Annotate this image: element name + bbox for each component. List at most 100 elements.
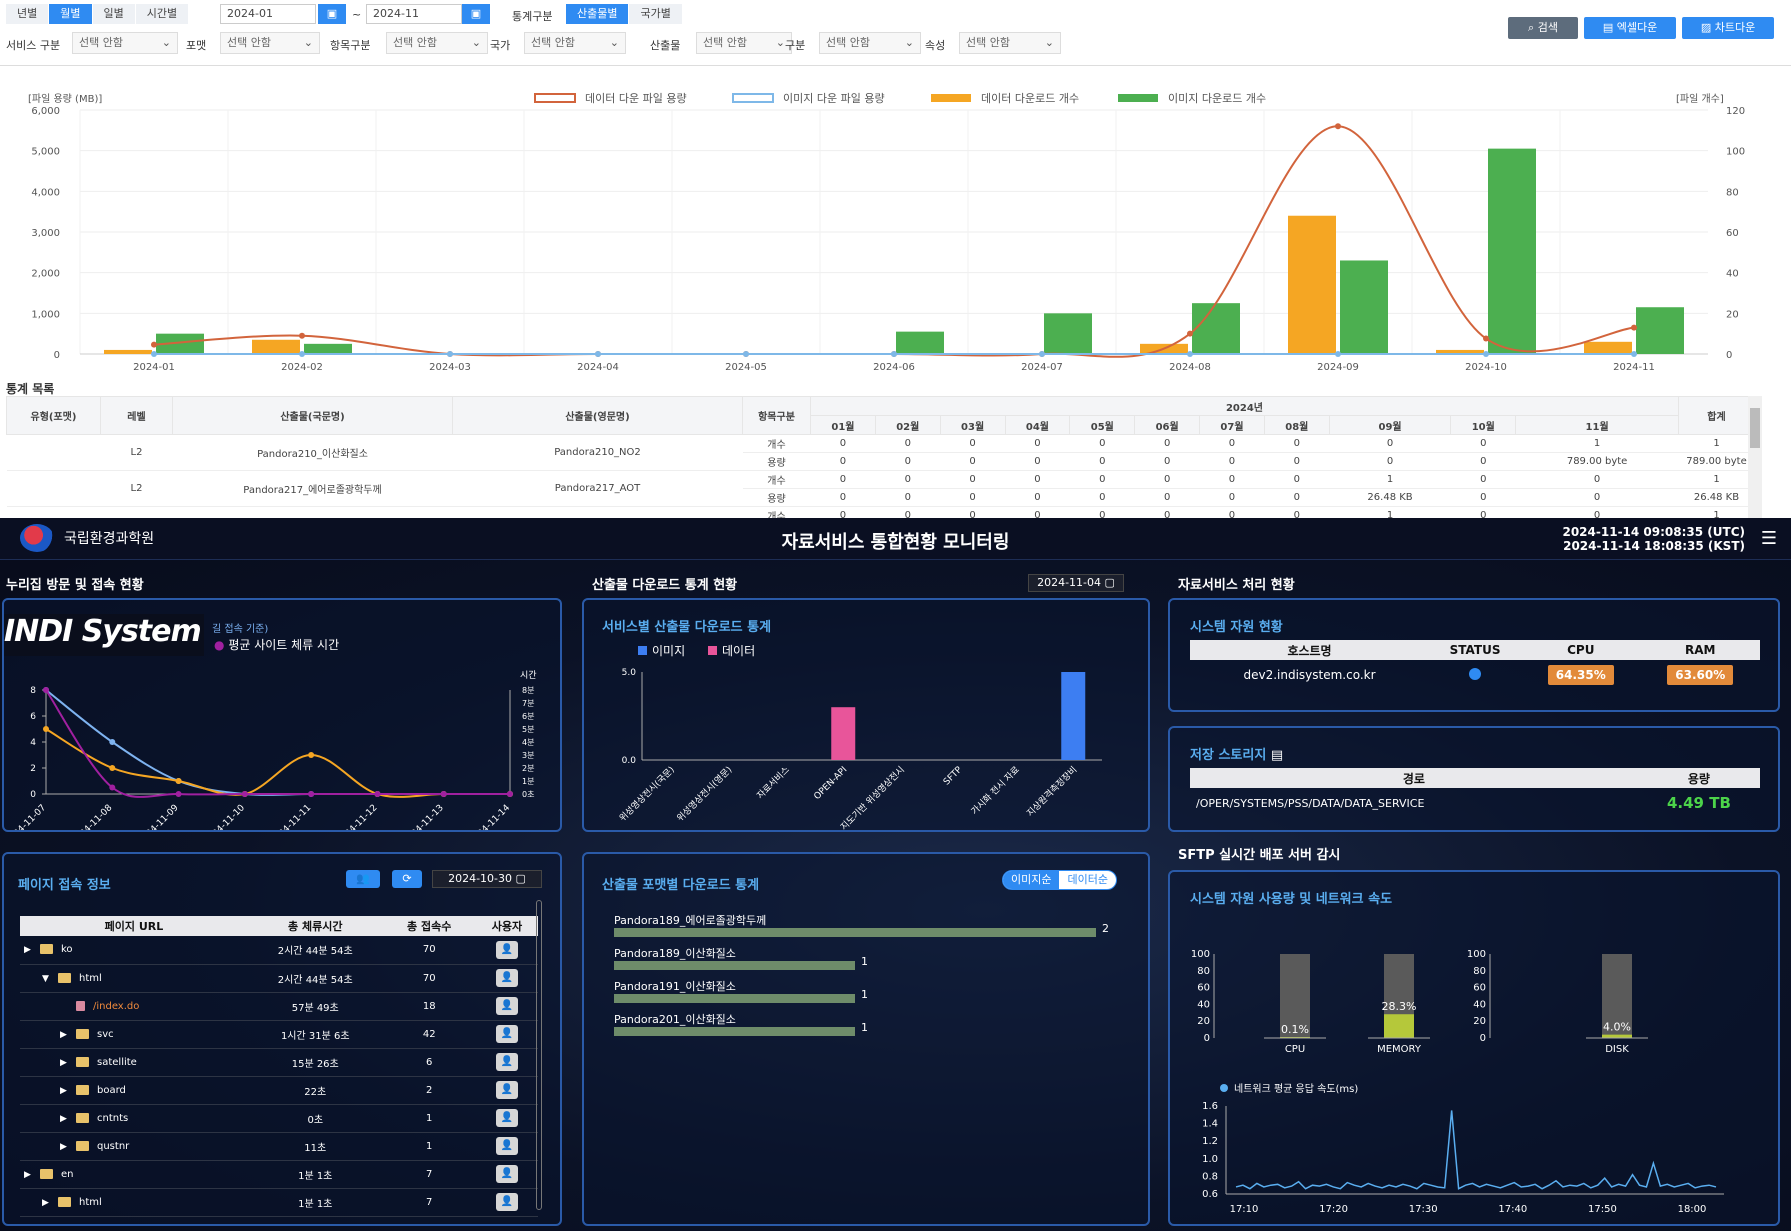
filter-select-0[interactable]: 선택 안함 ⌄ — [72, 32, 178, 54]
sort-data-option[interactable]: 데이터순 — [1059, 871, 1115, 889]
users-icon[interactable]: 👥 — [346, 870, 380, 888]
user-icon[interactable]: 👤 — [495, 997, 518, 1015]
table-row[interactable]: ▶ board 22초 2 👤 — [20, 1076, 538, 1105]
visit-series-point — [175, 791, 182, 797]
cell-value: 0 — [1005, 434, 1070, 453]
table-row[interactable]: ▶ satellite 15분 26초 6 👤 — [20, 1048, 538, 1077]
expand-icon[interactable]: ▶ — [60, 1058, 72, 1068]
page-user: 👤 — [475, 1188, 538, 1217]
month-header: 10월 — [1450, 415, 1517, 435]
calendar-icon[interactable]: ▣ — [462, 4, 490, 24]
x-tick: 자료서비스 — [755, 764, 792, 801]
stat-tab-0[interactable]: 산출물별 — [566, 4, 630, 24]
table-row[interactable]: ▶ en 1분 1초 7 👤 — [20, 1160, 538, 1189]
filter-select-1[interactable]: 선택 안함 ⌄ — [220, 32, 320, 54]
cell-value: 0 — [1264, 488, 1330, 507]
sort-toggle[interactable]: 이미지순 데이터순 — [1002, 870, 1117, 890]
visit-series-point — [43, 726, 49, 732]
scrollbar-thumb[interactable] — [1750, 408, 1760, 448]
sort-image-option[interactable]: 이미지순 — [1003, 871, 1060, 889]
page-access-table: 페이지 URL 총 체류시간 총 접속수 사용자 ▶ ko 2시간 44분 54초 70 👤 ▼ h… — [20, 916, 538, 1217]
period-tab-3[interactable]: 시간별 — [135, 4, 190, 24]
legend-swatch — [708, 646, 717, 655]
expand-icon[interactable]: ▶ — [24, 1170, 36, 1180]
page-count: 1 — [382, 1104, 476, 1133]
filter-select-2[interactable]: 선택 안함 ⌄ — [386, 32, 488, 54]
refresh-icon[interactable]: ⟳ — [392, 870, 422, 888]
calendar-icon[interactable]: ▣ — [318, 4, 346, 24]
x-tick: 지상원격측정장비 — [1024, 764, 1079, 819]
date-from-input[interactable]: 2024-01 — [220, 4, 316, 24]
expand-icon[interactable]: ▶ — [60, 1142, 72, 1152]
table-header: 유형(포맷) — [6, 396, 101, 435]
table-row[interactable]: ▶ cntnts 0초 1 👤 — [20, 1104, 538, 1133]
visit-series-point — [241, 791, 248, 797]
search-button[interactable]: ⌕ 검색 — [1508, 17, 1578, 39]
net-y-tick: 1.0 — [1202, 1154, 1218, 1165]
expand-icon[interactable]: ▶ — [60, 1030, 72, 1040]
table-row[interactable]: ▶ html 1분 1초 7 👤 — [20, 1188, 538, 1217]
user-icon[interactable]: 👤 — [495, 1165, 518, 1183]
x-tick: 2024-11-13 — [402, 803, 446, 830]
gauge-value: 0.1% — [1281, 1023, 1309, 1036]
user-icon[interactable]: 👤 — [495, 1193, 518, 1211]
cell-value: 0 — [940, 488, 1006, 507]
user-icon[interactable]: 👤 — [495, 969, 518, 987]
table-scrollbar[interactable] — [1748, 396, 1762, 518]
y-tick-left: 0 — [30, 790, 36, 800]
stat-tab-1[interactable]: 국가별 — [629, 4, 683, 24]
page-user: 👤 — [475, 936, 538, 965]
download-date-picker[interactable]: 2024-11-04 ▢ — [1028, 574, 1124, 592]
expand-icon[interactable]: ▶ — [24, 945, 36, 955]
cell-type — [6, 470, 101, 507]
table-row[interactable]: ▶ qustnr 11초 1 👤 — [20, 1132, 538, 1161]
menu-icon[interactable]: ☰ — [1761, 528, 1777, 549]
collapse-icon[interactable]: ▼ — [42, 974, 54, 984]
net-x-tick: 17:50 — [1588, 1204, 1617, 1215]
format-value: 2 — [1102, 922, 1109, 935]
point-데이터 다운 파일 용량 — [1187, 330, 1193, 337]
table-row[interactable]: ▶ svc 1시간 31분 6초 42 👤 — [20, 1020, 538, 1049]
cell-total: 1 — [1678, 470, 1755, 489]
table-header: 산출물(국문명) — [172, 396, 453, 435]
chart-download-button[interactable]: ▨ 차트다운 — [1682, 17, 1774, 39]
expand-icon[interactable]: ▶ — [60, 1114, 72, 1124]
page-url: ▶ cntnts — [20, 1104, 248, 1133]
page-scrollbar[interactable] — [536, 900, 542, 1210]
cell-value: 0 — [1134, 470, 1200, 489]
date-to-input[interactable]: 2024-11 — [366, 4, 462, 24]
user-icon[interactable]: 👤 — [495, 1137, 518, 1155]
table-row[interactable]: ▼ html 2시간 44분 54초 70 👤 — [20, 964, 538, 993]
storage-path: /OPER/SYSTEMS/PSS/DATA/DATA_SERVICE — [1196, 796, 1425, 810]
period-tab-1[interactable]: 월별 — [49, 4, 93, 24]
y-tick-right: 5분 — [522, 725, 534, 734]
y-tick-right: 0초 — [522, 790, 534, 799]
user-icon[interactable]: 👤 — [495, 1109, 518, 1127]
filter-select-3[interactable]: 선택 안함 ⌄ — [524, 32, 626, 54]
filter-select-6[interactable]: 선택 안함 ⌄ — [959, 32, 1061, 54]
period-tab-0[interactable]: 년별 — [6, 4, 50, 24]
filter-select-5[interactable]: 선택 안함 ⌄ — [819, 32, 921, 54]
user-icon[interactable]: 👤 — [495, 940, 518, 959]
excel-download-button[interactable]: ▤ 엑셀다운 — [1584, 17, 1676, 39]
user-icon[interactable]: 👤 — [495, 1081, 518, 1099]
page-table-header-row: 페이지 URL 총 체류시간 총 접속수 사용자 — [20, 916, 538, 936]
bar-이미지 다운로드 개수 — [1192, 303, 1240, 354]
gauge-y-tick: 80 — [1473, 966, 1486, 977]
user-icon[interactable]: 👤 — [495, 1053, 518, 1071]
user-icon[interactable]: 👤 — [495, 1025, 518, 1043]
expand-icon[interactable]: ▶ — [42, 1198, 54, 1208]
table-row[interactable]: ▶ ko 2시간 44분 54초 70 👤 — [20, 936, 538, 965]
folder-icon — [76, 1084, 89, 1095]
y-tick-right: 20 — [1726, 309, 1739, 320]
bar-데이터 — [831, 707, 856, 760]
gauge-fill-disk — [1602, 1034, 1632, 1038]
page-access-panel: 페이지 접속 정보 👥 ⟳ 2024-10-30 ▢ 페이지 URL 총 체류시간… — [2, 852, 562, 1226]
expand-icon[interactable]: ▶ — [60, 1086, 72, 1096]
page-time: 22초 — [247, 1076, 383, 1105]
filter-select-4[interactable]: 선택 안함 ⌄ — [696, 32, 792, 54]
page-date-picker[interactable]: 2024-10-30 ▢ — [432, 870, 542, 888]
table-row[interactable]: /index.do 57분 49초 18 👤 — [20, 992, 538, 1021]
service-download-title: 서비스별 산출물 다운로드 통계 — [602, 620, 772, 635]
period-tab-2[interactable]: 일별 — [92, 4, 136, 24]
